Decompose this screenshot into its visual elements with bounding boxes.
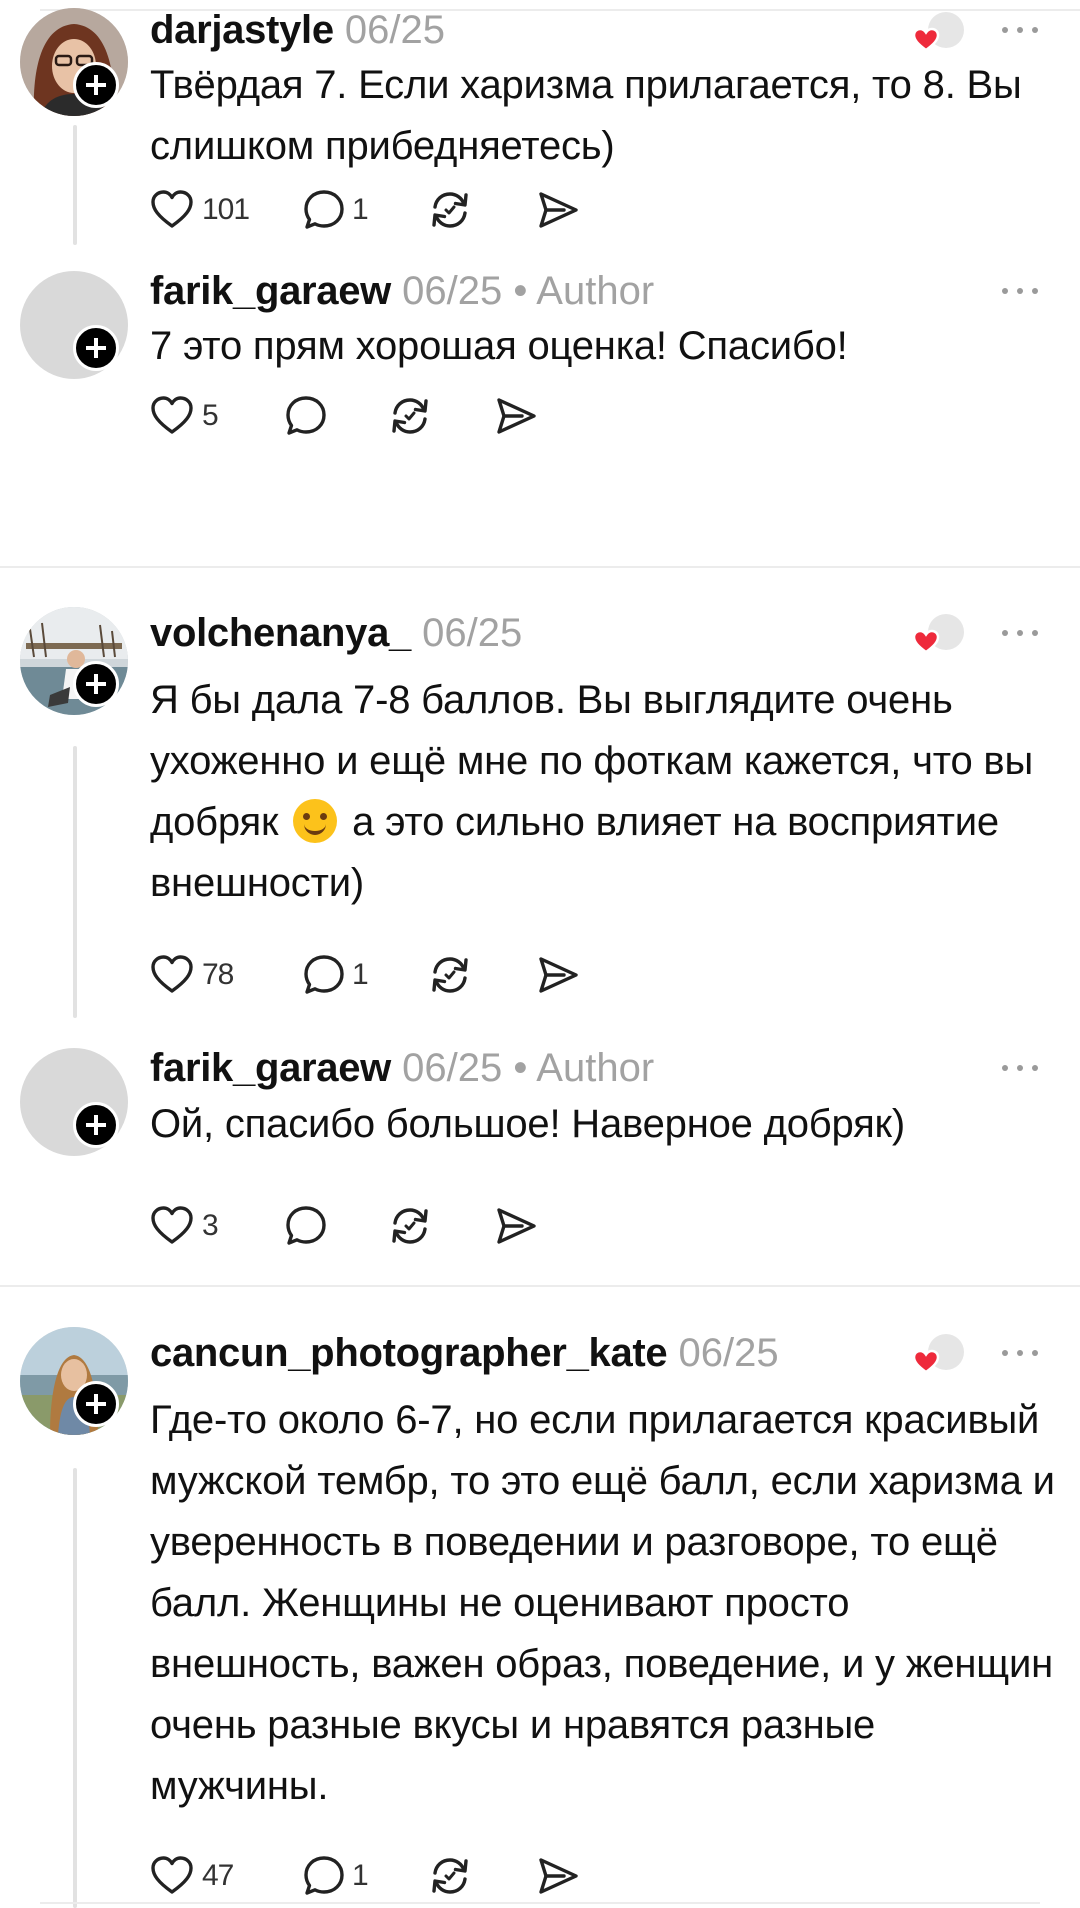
- more-horizontal-icon[interactable]: [1000, 627, 1040, 639]
- heart-outline-icon: [148, 186, 196, 234]
- thread-divider: [0, 566, 1080, 568]
- repost-button[interactable]: [386, 1202, 434, 1252]
- like-button[interactable]: 3: [148, 1202, 228, 1252]
- repost-button[interactable]: [386, 392, 434, 442]
- repost-arrows-icon: [426, 1852, 474, 1900]
- more-horizontal-icon[interactable]: [1000, 1062, 1040, 1074]
- follow-button[interactable]: [73, 1102, 119, 1148]
- like-button[interactable]: 101: [148, 186, 250, 236]
- reply-button[interactable]: [282, 392, 330, 442]
- speech-bubble-icon: [300, 951, 348, 999]
- like-count: 101: [202, 193, 250, 226]
- speech-bubble-icon: [282, 1202, 330, 1250]
- separator-dot: •: [513, 269, 528, 313]
- heart-outline-icon: [148, 392, 196, 440]
- username[interactable]: darjastyle: [150, 8, 334, 52]
- like-count: 78: [202, 958, 234, 991]
- more-horizontal-icon[interactable]: [1000, 1347, 1040, 1359]
- comment-text: 7 это прям хорошая оценка! Спасибо!: [150, 324, 848, 368]
- repost-arrows-icon: [426, 951, 474, 999]
- comment-header: volchenanya_ 06/25: [150, 609, 522, 657]
- reply-button[interactable]: 1: [300, 1852, 380, 1902]
- like-count: 3: [202, 1209, 219, 1242]
- heart-outline-icon: [148, 1202, 196, 1250]
- follow-button[interactable]: [73, 661, 119, 707]
- share-button[interactable]: [534, 186, 582, 236]
- like-button[interactable]: 47: [148, 1852, 248, 1902]
- speech-bubble-icon: [282, 392, 330, 440]
- send-arrow-icon: [534, 951, 582, 999]
- reply-button[interactable]: 1: [300, 951, 380, 1001]
- reply-button[interactable]: 1: [300, 186, 380, 236]
- follow-button[interactable]: [73, 325, 119, 371]
- reply-thread-line: [73, 125, 77, 245]
- share-button[interactable]: [534, 951, 582, 1001]
- reply-thread-line: [73, 1468, 77, 1908]
- comment-date: 06/25: [402, 269, 503, 313]
- username[interactable]: cancun_photographer_kate: [150, 1331, 668, 1375]
- comment-text: Твёрдая 7. Если харизма прилагается, то …: [150, 63, 1022, 168]
- username[interactable]: farik_garaew: [150, 1046, 391, 1090]
- reply-count: 1: [352, 1859, 369, 1892]
- reply-thread-line: [73, 746, 77, 1018]
- reply-button[interactable]: [282, 1202, 330, 1252]
- share-button[interactable]: [492, 392, 540, 442]
- username[interactable]: farik_garaew: [150, 269, 391, 313]
- speech-bubble-icon: [300, 1852, 348, 1900]
- heart-outline-icon: [148, 951, 196, 999]
- heart-outline-icon: [148, 1852, 196, 1900]
- send-arrow-icon: [534, 1852, 582, 1900]
- author-liked-heart-icon: [910, 8, 970, 58]
- repost-arrows-icon: [386, 392, 434, 440]
- share-button[interactable]: [534, 1852, 582, 1902]
- reply-count: 1: [352, 193, 369, 226]
- comment-header: cancun_photographer_kate 06/25: [150, 1329, 779, 1377]
- comment-date: 06/25: [422, 611, 523, 655]
- like-count: 5: [202, 399, 219, 432]
- comment-text: Я бы дала 7-8 баллов. Вы выглядите очень…: [150, 670, 1060, 914]
- send-arrow-icon: [492, 1202, 540, 1250]
- comment-text: Ой, спасибо большое! Наверное добряк): [150, 1102, 905, 1146]
- like-button[interactable]: 5: [148, 392, 228, 442]
- like-count: 47: [202, 1859, 234, 1892]
- like-button[interactable]: 78: [148, 951, 248, 1001]
- author-liked-heart-icon: [910, 1330, 970, 1380]
- repost-arrows-icon: [426, 186, 474, 234]
- smiling-face-emoji: [293, 799, 338, 843]
- bottom-edge-line: [40, 1902, 1040, 1904]
- repost-button[interactable]: [426, 1852, 474, 1902]
- share-button[interactable]: [492, 1202, 540, 1252]
- comment-date: 06/25: [678, 1331, 779, 1375]
- comment-header: farik_garaew 06/25 • Author: [150, 1044, 654, 1092]
- follow-button[interactable]: [73, 1381, 119, 1427]
- send-arrow-icon: [534, 186, 582, 234]
- comment-date: 06/25: [402, 1046, 503, 1090]
- comment-text: Где-то около 6-7, но если прилагается кр…: [150, 1398, 1055, 1808]
- separator-dot: •: [513, 1046, 528, 1090]
- comment-header: darjastyle 06/25: [150, 6, 445, 54]
- follow-button[interactable]: [73, 62, 119, 108]
- repost-button[interactable]: [426, 186, 474, 236]
- author-tag: Author: [536, 1046, 655, 1090]
- more-horizontal-icon[interactable]: [1000, 24, 1040, 36]
- author-liked-heart-icon: [910, 610, 970, 660]
- speech-bubble-icon: [300, 186, 348, 234]
- comment-header: farik_garaew 06/25 • Author: [150, 267, 654, 315]
- author-tag: Author: [536, 269, 655, 313]
- repost-arrows-icon: [386, 1202, 434, 1250]
- comment-date: 06/25: [344, 8, 446, 52]
- username[interactable]: volchenanya_: [150, 611, 411, 655]
- thread-divider: [0, 1285, 1080, 1287]
- comment-text-part: а это сильно влияет на восприятие внешно…: [150, 800, 999, 905]
- more-horizontal-icon[interactable]: [1000, 285, 1040, 297]
- reply-count: 1: [352, 958, 369, 991]
- send-arrow-icon: [492, 392, 540, 440]
- repost-button[interactable]: [426, 951, 474, 1001]
